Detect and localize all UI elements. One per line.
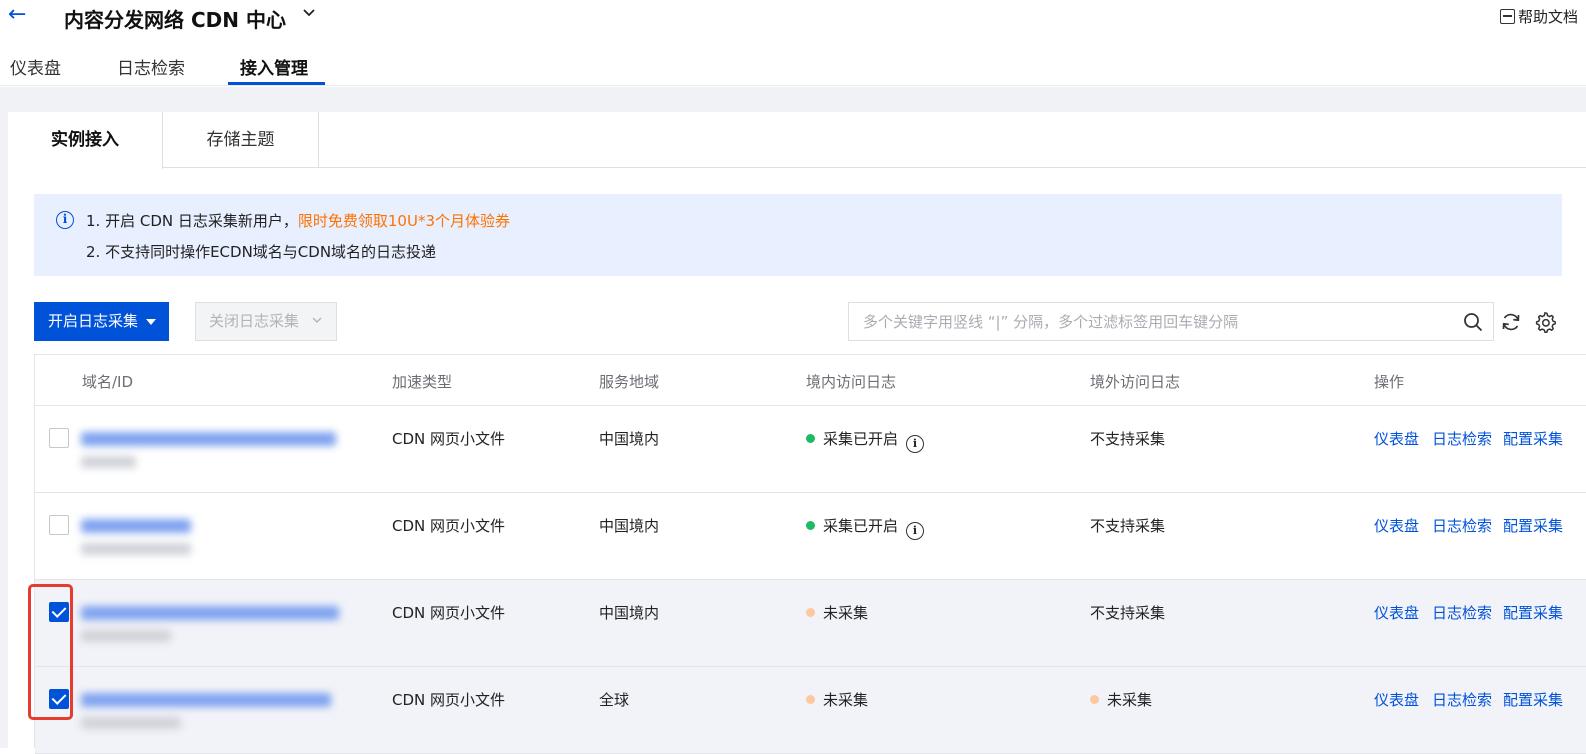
search-icon[interactable] (1463, 312, 1483, 332)
action-config-collection-link[interactable]: 配置采集 (1503, 689, 1563, 710)
action-log-search-link[interactable]: 日志检索 (1432, 515, 1492, 536)
acceleration-type: CDN 网页小文件 (392, 517, 506, 535)
gear-icon[interactable] (1534, 311, 1556, 333)
table-row: CDN 网页小文件 中国境内 未采集 不支持采集 仪表盘 日志检索 配置采集 (35, 580, 1586, 667)
domestic-log-status: 采集已开启 i (806, 515, 925, 540)
row-checkbox[interactable] (49, 602, 69, 622)
enable-log-collection-button[interactable]: 开启日志采集 (34, 302, 169, 341)
disable-log-collection-button: 关闭日志采集 (195, 302, 337, 341)
overseas-log-status-text: 未采集 (1107, 691, 1153, 709)
subtab-instance-access[interactable]: 实例接入 (8, 112, 163, 169)
service-region: 中国境内 (599, 604, 660, 622)
table-row: CDN 网页小文件 全球 未采集 未采集 仪表盘 日志检索 配置采集 (35, 667, 1586, 754)
refresh-icon[interactable] (1500, 311, 1522, 333)
row-checkbox[interactable] (49, 515, 69, 535)
status-dot (806, 521, 815, 530)
overseas-log-status: 不支持采集 (1090, 430, 1166, 448)
sub-tabs: 实例接入 存储主题 (8, 112, 1586, 169)
overseas-log-status: 不支持采集 (1090, 604, 1166, 622)
service-region: 中国境内 (599, 517, 660, 535)
domain-id-redacted (81, 685, 341, 741)
domestic-log-status-text: 采集已开启 (823, 430, 899, 448)
subtab-storage-topic[interactable]: 存储主题 (163, 112, 319, 168)
domain-id-redacted (81, 424, 341, 480)
info-icon[interactable]: i (906, 522, 925, 540)
arrow-left-icon[interactable]: ← (8, 2, 26, 27)
domestic-log-status-text: 未采集 (823, 691, 869, 709)
table-row: CDN 网页小文件 中国境内 采集已开启 i 不支持采集 仪表盘 日志检索 配置采… (35, 406, 1586, 493)
voucher-link[interactable]: 限时免费领取10U*3个月体验券 (298, 212, 510, 230)
caret-down-icon (146, 319, 156, 325)
action-config-collection-link[interactable]: 配置采集 (1503, 602, 1563, 623)
row-checkbox[interactable] (49, 428, 69, 448)
tab-access-management[interactable]: 接入管理 (240, 54, 308, 79)
service-region: 中国境内 (599, 430, 660, 448)
action-dashboard-link[interactable]: 仪表盘 (1374, 602, 1419, 623)
column-header-overseas-log: 境外访问日志 (1090, 373, 1181, 391)
chevron-down-icon[interactable] (302, 6, 316, 20)
table-header: 域名/ID 加速类型 服务地域 境内访问日志 境外访问日志 操作 (35, 355, 1586, 406)
column-header-actions: 操作 (1374, 373, 1405, 391)
top-bar: ← 内容分发网络 CDN 中心 帮助文档 仪表盘 日志检索 接入管理 (0, 0, 1586, 86)
domain-id-redacted (81, 598, 341, 654)
page-title: 内容分发网络 CDN 中心 (64, 8, 286, 32)
action-log-search-link[interactable]: 日志检索 (1432, 602, 1492, 623)
document-icon (1500, 9, 1515, 24)
action-dashboard-link[interactable]: 仪表盘 (1374, 428, 1419, 449)
column-header-domain: 域名/ID (82, 373, 134, 391)
chevron-down-icon (312, 317, 322, 323)
action-log-search-link[interactable]: 日志检索 (1432, 689, 1492, 710)
enable-log-collection-label: 开启日志采集 (48, 312, 139, 330)
notice-line-1: 1. 开启 CDN 日志采集新用户，限时免费领取10U*3个月体验券 (86, 210, 510, 231)
status-dot (806, 434, 815, 443)
info-icon: i (56, 211, 74, 229)
tab-dashboard[interactable]: 仪表盘 (10, 54, 61, 79)
acceleration-type: CDN 网页小文件 (392, 691, 506, 709)
overseas-log-status: 不支持采集 (1090, 517, 1166, 535)
action-dashboard-link[interactable]: 仪表盘 (1374, 515, 1419, 536)
disable-log-collection-label: 关闭日志采集 (209, 312, 300, 330)
notice-line-2: 2. 不支持同时操作ECDN域名与CDN域名的日志投递 (86, 243, 437, 261)
table-row: CDN 网页小文件 中国境内 采集已开启 i 不支持采集 仪表盘 日志检索 配置采… (35, 493, 1586, 580)
domestic-log-status: 采集已开启 i (806, 428, 925, 453)
search-box (848, 302, 1494, 341)
action-config-collection-link[interactable]: 配置采集 (1503, 428, 1563, 449)
action-dashboard-link[interactable]: 仪表盘 (1374, 689, 1419, 710)
action-log-search-link[interactable]: 日志检索 (1432, 428, 1492, 449)
help-docs-label: 帮助文档 (1518, 8, 1579, 26)
tab-log-search[interactable]: 日志检索 (117, 54, 185, 79)
acceleration-type: CDN 网页小文件 (392, 430, 506, 448)
domestic-log-status: 未采集 (806, 602, 868, 623)
notice-banner: i 1. 开启 CDN 日志采集新用户，限时免费领取10U*3个月体验券 2. … (34, 194, 1562, 276)
domestic-log-status-text: 采集已开启 (823, 517, 899, 535)
acceleration-type: CDN 网页小文件 (392, 604, 506, 622)
status-dot (806, 695, 815, 704)
column-header-region: 服务地域 (599, 373, 660, 391)
status-dot (806, 608, 815, 617)
overseas-log-status: 未采集 (1090, 689, 1152, 710)
action-config-collection-link[interactable]: 配置采集 (1503, 515, 1563, 536)
info-icon[interactable]: i (906, 435, 925, 453)
notice-line-1-text: 1. 开启 CDN 日志采集新用户， (86, 212, 298, 230)
domestic-log-status: 未采集 (806, 689, 868, 710)
domestic-log-status-text: 未采集 (823, 604, 869, 622)
row-checkbox[interactable] (49, 689, 69, 709)
service-region: 全球 (599, 691, 630, 709)
status-dot (1090, 695, 1099, 704)
domain-id-redacted (81, 511, 231, 567)
column-header-type: 加速类型 (392, 373, 453, 391)
domain-table: 域名/ID 加速类型 服务地域 境内访问日志 境外访问日志 操作 CDN 网页小… (34, 354, 1586, 754)
active-tab-indicator (228, 82, 325, 85)
search-input[interactable] (849, 303, 1449, 340)
help-docs-link[interactable]: 帮助文档 (1500, 6, 1578, 27)
column-header-domestic-log: 境内访问日志 (806, 373, 897, 391)
